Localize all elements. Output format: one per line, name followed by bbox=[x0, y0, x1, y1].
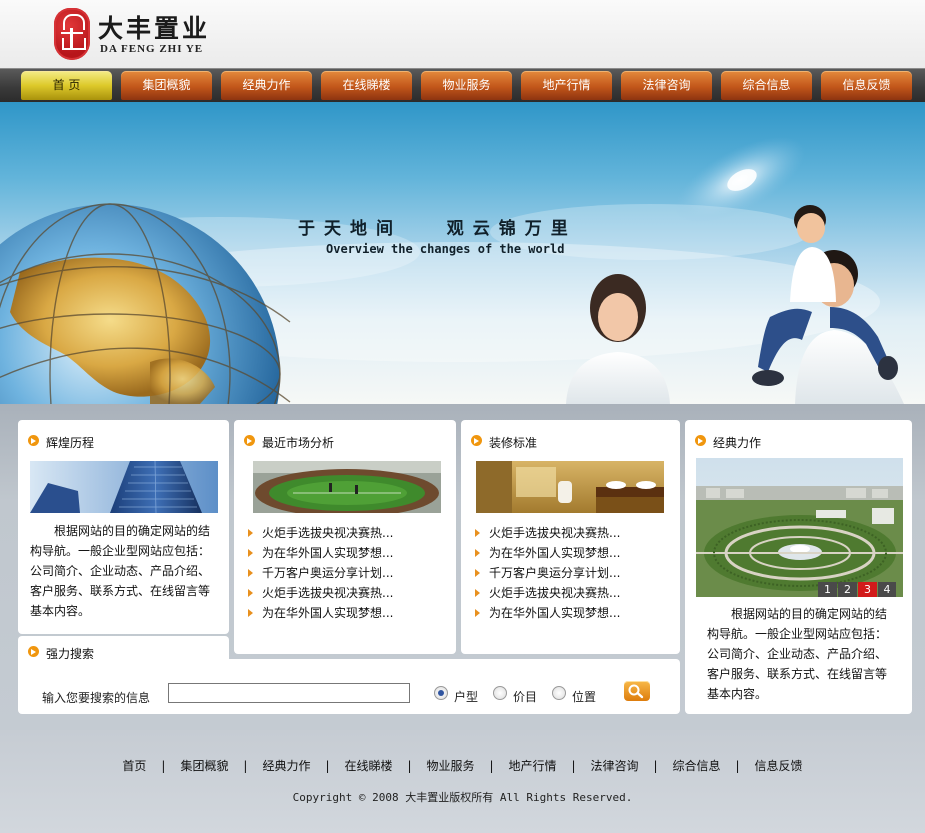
decoration-news-list: 火炬手选拔央视决赛热... 为在华外国人实现梦想... 千万客户奥运分享计划..… bbox=[475, 523, 675, 623]
radio-label-price[interactable]: 价目 bbox=[513, 688, 537, 705]
magnifier-icon bbox=[628, 684, 644, 699]
nav-item-group[interactable]: 集团概貌 bbox=[121, 71, 212, 100]
footer-nav: 首页 | 集团概貌 | 经典力作 | 在线睇楼 | 物业服务 | 地产行情 | 法律咨询 | 综合信息 | 信息… bbox=[0, 757, 925, 774]
footer-separator: | bbox=[407, 759, 412, 773]
classic-aerial-image[interactable] bbox=[696, 458, 903, 597]
arrow-bullet-icon bbox=[28, 435, 39, 446]
search-button[interactable] bbox=[624, 681, 650, 701]
list-item[interactable]: 火炬手选拔央视决赛热... bbox=[475, 523, 675, 543]
market-title[interactable]: 最近市场分析 bbox=[244, 434, 335, 451]
nav-item-market[interactable]: 地产行情 bbox=[521, 71, 612, 100]
radio-unit-type[interactable] bbox=[434, 686, 448, 700]
radio-label-unit-type[interactable]: 户型 bbox=[454, 688, 478, 705]
nav-item-online-viewing[interactable]: 在线睇楼 bbox=[321, 71, 412, 100]
footer-link-online-viewing[interactable]: 在线睇楼 bbox=[344, 759, 392, 773]
footer-separator: | bbox=[735, 759, 740, 773]
footer-link-market[interactable]: 地产行情 bbox=[509, 759, 557, 773]
copyright-text: Copyright © 2008 大丰置业版权所有 All Rights Res… bbox=[292, 791, 633, 804]
list-item[interactable]: 千万客户奥运分享计划... bbox=[475, 563, 675, 583]
site-footer: 首页 | 集团概貌 | 经典力作 | 在线睇楼 | 物业服务 | 地产行情 | 法律咨询 | 综合信息 | 信息… bbox=[0, 730, 925, 833]
radio-location[interactable] bbox=[552, 686, 566, 700]
footer-link-feedback[interactable]: 信息反馈 bbox=[755, 759, 803, 773]
footer-link-legal[interactable]: 法律咨询 bbox=[591, 759, 639, 773]
content-area: 辉煌历程 根据网站的目的确定网站的结构导航。一般企业型网站应包括：公司简介、企业… bbox=[0, 404, 925, 730]
footer-link-home[interactable]: 首页 bbox=[122, 759, 146, 773]
pager-button-1[interactable]: 1 bbox=[818, 582, 837, 597]
footer-separator: | bbox=[489, 759, 494, 773]
market-news-list: 火炬手选拔央视决赛热... 为在华外国人实现梦想... 千万客户奥运分享计划..… bbox=[248, 523, 448, 623]
arrow-bullet-icon bbox=[695, 435, 706, 446]
pager-button-3[interactable]: 3 bbox=[858, 582, 877, 597]
pager-button-2[interactable]: 2 bbox=[838, 582, 857, 597]
history-panel: 辉煌历程 根据网站的目的确定网站的结构导航。一般企业型网站应包括：公司简介、企业… bbox=[18, 420, 229, 634]
banner-slogan: 于天地间 观云锦万里 bbox=[298, 219, 577, 239]
main-nav: 首 页 集团概貌 经典力作 在线睇楼 物业服务 地产行情 法律咨询 综合信息 信… bbox=[0, 68, 925, 103]
decoration-title-text: 装修标准 bbox=[489, 436, 538, 450]
list-item[interactable]: 为在华外国人实现梦想... bbox=[475, 603, 675, 623]
history-title-text: 辉煌历程 bbox=[46, 436, 95, 450]
footer-link-works[interactable]: 经典力作 bbox=[262, 759, 310, 773]
footer-link-group[interactable]: 集团概貌 bbox=[180, 759, 228, 773]
list-item[interactable]: 火炬手选拔央视决赛热... bbox=[248, 523, 448, 543]
decoration-panel: 装修标准 火炬手选拔央视决赛热... 为在华外国人实现梦想... 千万客户奥运分… bbox=[461, 420, 680, 654]
history-text: 根据网站的目的确定网站的结构导航。一般企业型网站应包括：公司简介、企业动态、产品… bbox=[30, 524, 211, 618]
market-panel: 最近市场分析 火炬手选拔央视决赛热... 为在华外国人实现梦想... 千万客户奥… bbox=[234, 420, 456, 654]
nav-item-legal[interactable]: 法律咨询 bbox=[621, 71, 712, 100]
pager-button-4[interactable]: 4 bbox=[878, 582, 896, 597]
nav-item-feedback[interactable]: 信息反馈 bbox=[821, 71, 912, 100]
list-item[interactable]: 为在华外国人实现梦想... bbox=[248, 543, 448, 563]
market-title-text: 最近市场分析 bbox=[262, 436, 335, 450]
list-item[interactable]: 千万客户奥运分享计划... bbox=[248, 563, 448, 583]
classic-text: 根据网站的目的确定网站的结构导航。一般企业型网站应包括：公司简介、企业动态、产品… bbox=[707, 607, 888, 701]
nav-item-home[interactable]: 首 页 bbox=[21, 71, 112, 100]
footer-separator: | bbox=[243, 759, 248, 773]
decoration-title[interactable]: 装修标准 bbox=[471, 434, 538, 451]
footer-separator: | bbox=[653, 759, 658, 773]
list-item[interactable]: 为在华外国人实现梦想... bbox=[248, 603, 448, 623]
arrow-bullet-icon bbox=[28, 646, 39, 657]
classic-title-text: 经典力作 bbox=[713, 436, 762, 450]
radio-price[interactable] bbox=[493, 686, 507, 700]
arrow-bullet-icon bbox=[471, 435, 482, 446]
banner-subtitle: Overview the changes of the world bbox=[326, 242, 565, 256]
list-item[interactable]: 为在华外国人实现梦想... bbox=[475, 543, 675, 563]
list-item[interactable]: 火炬手选拔央视决赛热... bbox=[248, 583, 448, 603]
decoration-bathroom-image[interactable] bbox=[476, 461, 664, 513]
list-item[interactable]: 火炬手选拔央视决赛热... bbox=[475, 583, 675, 603]
nav-item-property-service[interactable]: 物业服务 bbox=[421, 71, 512, 100]
footer-link-property-service[interactable]: 物业服务 bbox=[426, 759, 474, 773]
hero-banner: 于天地间 观云锦万里 Overview the changes of the w… bbox=[0, 102, 925, 404]
nav-item-info[interactable]: 综合信息 bbox=[721, 71, 812, 100]
search-label: 输入您要搜索的信息 bbox=[42, 691, 151, 705]
logo-seal-icon[interactable] bbox=[54, 8, 90, 60]
site-header: 大丰置业 DA FENG ZHI YE bbox=[0, 0, 925, 68]
history-title[interactable]: 辉煌历程 bbox=[28, 434, 95, 451]
footer-separator: | bbox=[161, 759, 166, 773]
arrow-bullet-icon bbox=[244, 435, 255, 446]
classic-panel: 经典力作 1 2 3 4 根据网站的目的确定网站的结构导航。一般企业型网站应包括… bbox=[685, 420, 912, 714]
radio-label-location[interactable]: 位置 bbox=[572, 688, 596, 705]
footer-link-info[interactable]: 综合信息 bbox=[673, 759, 721, 773]
search-panel: 输入您要搜索的信息 户型 价目 位置 bbox=[18, 659, 680, 714]
footer-separator: | bbox=[571, 759, 576, 773]
logo-title[interactable]: 大丰置业 bbox=[98, 9, 210, 45]
nav-item-works[interactable]: 经典力作 bbox=[221, 71, 312, 100]
search-input[interactable] bbox=[168, 683, 410, 703]
logo-subtitle: DA FENG ZHI YE bbox=[100, 43, 204, 55]
history-building-image[interactable] bbox=[30, 461, 218, 513]
classic-title[interactable]: 经典力作 bbox=[695, 434, 762, 451]
market-stadium-image[interactable] bbox=[253, 461, 441, 513]
footer-separator: | bbox=[325, 759, 330, 773]
